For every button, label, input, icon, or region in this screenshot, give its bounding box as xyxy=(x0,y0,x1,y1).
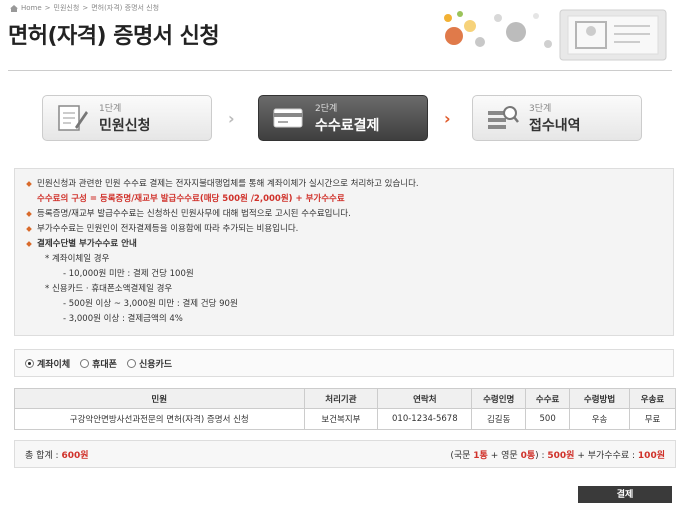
search-list-icon xyxy=(488,106,519,129)
table-cell: 010-1234-5678 xyxy=(377,408,473,430)
payment-radio-credit-card[interactable]: 신용카드 xyxy=(126,357,172,370)
header-illustration xyxy=(444,9,667,61)
column-header: 수수료 xyxy=(525,388,571,409)
column-header: 처리기관 xyxy=(303,388,379,409)
table-row: 구강악안면방사선과전문의 면허(자격) 증명서 신청 보건복지부 010-123… xyxy=(14,408,676,430)
step-3: 3단계 접수내역 xyxy=(472,95,642,141)
breadcrumb-level2: 면허(자격) 증명서 신청 xyxy=(91,4,160,12)
page-title: 면허(자격) 증명서 신청 xyxy=(8,24,220,49)
info-line: 등록증명/재교부 발급수수료는 신청하신 민원사무에 대해 법적으로 고시된 수… xyxy=(26,207,663,222)
radio-selected-icon[interactable] xyxy=(25,358,34,368)
radio-icon[interactable] xyxy=(80,358,90,368)
step-2-label: 수수료결제 xyxy=(315,118,380,134)
payment-radio-bank-transfer[interactable]: 계좌이체 xyxy=(25,357,70,370)
column-header: 수령방법 xyxy=(569,388,631,409)
breadcrumb-home[interactable]: Home xyxy=(21,4,42,12)
credit-card-icon xyxy=(273,108,303,128)
title-divider xyxy=(8,70,672,71)
table-header-row: 민원 처리기관 연락처 수령인명 수수료 수령방법 우송료 xyxy=(14,388,676,409)
fee-info-box: 민원신청과 관련한 민원 수수료 결제는 전자지불대행업체를 통해 계좌이체가 … xyxy=(14,168,674,336)
info-line: - 10,000원 미만 : 결제 건당 100원 xyxy=(63,269,194,279)
total-breakdown: (국문 1통 + 영문 0통) : 500원 + 부가수수료 : 100원 xyxy=(450,450,665,461)
total-summary: 총 합계 : 600원 (국문 1통 + 영문 0통) : 500원 + 부가수… xyxy=(14,440,676,468)
table-cell: 500 xyxy=(525,408,571,430)
info-line: * 계좌이체일 경우 xyxy=(45,254,110,264)
application-table: 민원 처리기관 연락처 수령인명 수수료 수령방법 우송료 구강악안면방사선과전… xyxy=(14,388,676,430)
pay-button[interactable]: 결제 xyxy=(578,486,672,503)
table-cell: 구강악안면방사선과전문의 면허(자격) 증명서 신청 xyxy=(14,408,305,430)
breadcrumb: Home > 민원신청 > 면허(자격) 증명서 신청 xyxy=(10,3,159,13)
document-pen-icon xyxy=(58,105,88,131)
bullet-icon xyxy=(26,181,32,187)
step-arrow-icon: › xyxy=(228,109,235,128)
breadcrumb-separator: > xyxy=(82,4,89,12)
payment-radio-phone[interactable]: 휴대폰 xyxy=(80,357,117,370)
column-header: 우송료 xyxy=(629,388,676,409)
column-header: 수령인명 xyxy=(471,388,527,409)
breadcrumb-separator: > xyxy=(44,4,51,12)
total-amount: 총 합계 : 600원 xyxy=(25,450,89,461)
column-header: 연락처 xyxy=(377,388,473,409)
step-1: 1단계 민원신청 xyxy=(42,95,212,141)
step-2: 2단계 수수료결제 xyxy=(258,95,428,141)
info-line: 부가수수료는 민원인이 전자결제등을 이용함에 따라 추가되는 비용입니다. xyxy=(26,222,663,237)
step-indicator: 1단계 민원신청 › 2단계 수수료결제 › 3단계 접수내역 xyxy=(42,95,642,141)
table-cell: 김길동 xyxy=(471,408,527,430)
step-1-number: 1단계 xyxy=(99,104,122,114)
table-cell: 보건복지부 xyxy=(303,408,379,430)
radio-icon[interactable] xyxy=(126,358,136,368)
step-3-label: 접수내역 xyxy=(529,118,581,134)
info-line: - 500원 이상 ~ 3,000원 미만 : 결제 건당 90원 xyxy=(63,299,238,309)
bullet-icon xyxy=(26,211,32,217)
info-line: 민원신청과 관련한 민원 수수료 결제는 전자지불대행업체를 통해 계좌이체가 … xyxy=(26,177,663,192)
bullet-icon xyxy=(26,241,32,247)
fee-composition: 수수료의 구성 = 등록증명/재교부 발급수수료(매당 500원 /2,000원… xyxy=(37,194,345,204)
step-arrow-icon: › xyxy=(444,109,451,128)
step-2-number: 2단계 xyxy=(315,104,338,114)
breadcrumb-level1[interactable]: 민원신청 xyxy=(54,3,80,13)
column-header: 민원 xyxy=(14,388,305,409)
info-line: 수수료의 구성 = 등록증명/재교부 발급수수료(매당 500원 /2,000원… xyxy=(27,192,663,207)
info-line: - 3,000원 이상 : 결제금액의 4% xyxy=(63,314,183,324)
home-icon xyxy=(10,4,18,12)
table-cell: 우송 xyxy=(569,408,631,430)
table-cell: 무료 xyxy=(629,408,676,430)
payment-method-group: 계좌이체 휴대폰 신용카드 xyxy=(14,349,674,377)
info-line: * 신용카드 · 휴대폰소액결제일 경우 xyxy=(45,284,173,294)
step-1-label: 민원신청 xyxy=(99,118,151,134)
info-line: 결제수단별 부가수수료 안내 xyxy=(26,237,663,252)
bullet-icon xyxy=(26,226,32,232)
step-3-number: 3단계 xyxy=(529,104,552,114)
